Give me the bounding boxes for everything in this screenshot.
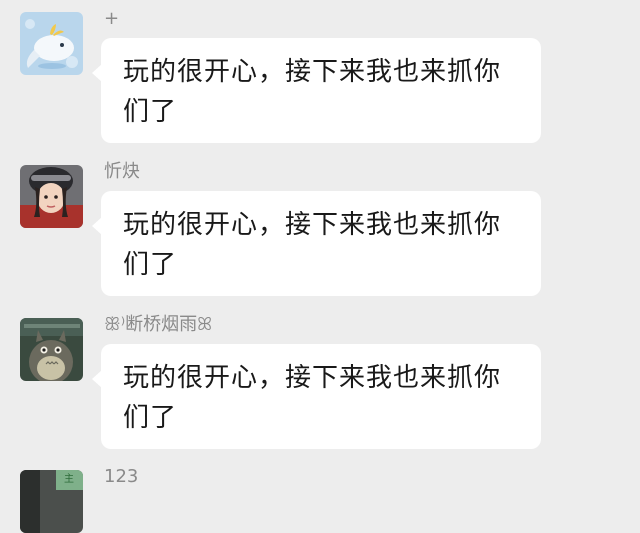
message-bubble[interactable]: 玩的很开心，接下来我也来抓你们了 xyxy=(92,38,541,143)
sender-name: ꕥ⁾断桥烟雨ꕤ xyxy=(104,314,213,335)
partial-avatar-icon: 主 xyxy=(20,470,83,533)
sender-name: 123 xyxy=(104,466,139,487)
message-text: 玩的很开心，接下来我也来抓你们了 xyxy=(123,363,502,433)
girl-helmet-avatar-icon xyxy=(20,165,83,228)
avatar[interactable] xyxy=(20,318,83,381)
sender-name: 忻炔 xyxy=(104,161,140,182)
sender-name: + xyxy=(104,8,120,29)
whale-cartoon-avatar-icon xyxy=(20,12,83,75)
message-bubble[interactable]: 玩的很开心，接下来我也来抓你们了 xyxy=(92,191,541,296)
avatar[interactable] xyxy=(20,165,83,228)
message-text: 玩的很开心，接下来我也来抓你们了 xyxy=(123,210,502,280)
svg-text:主: 主 xyxy=(64,473,74,485)
message-bubble[interactable]: 玩的很开心，接下来我也来抓你们了 xyxy=(92,344,541,449)
totoro-avatar-icon xyxy=(20,318,83,381)
avatar[interactable]: 主 xyxy=(20,470,83,533)
avatar[interactable] xyxy=(20,12,83,75)
message-text: 玩的很开心，接下来我也来抓你们了 xyxy=(123,57,502,127)
chat-message-list[interactable]: + 玩的很开心，接下来我也来抓你们了 忻炔 玩的很开心，接下来我也来抓你们了 ꕥ… xyxy=(0,0,640,533)
